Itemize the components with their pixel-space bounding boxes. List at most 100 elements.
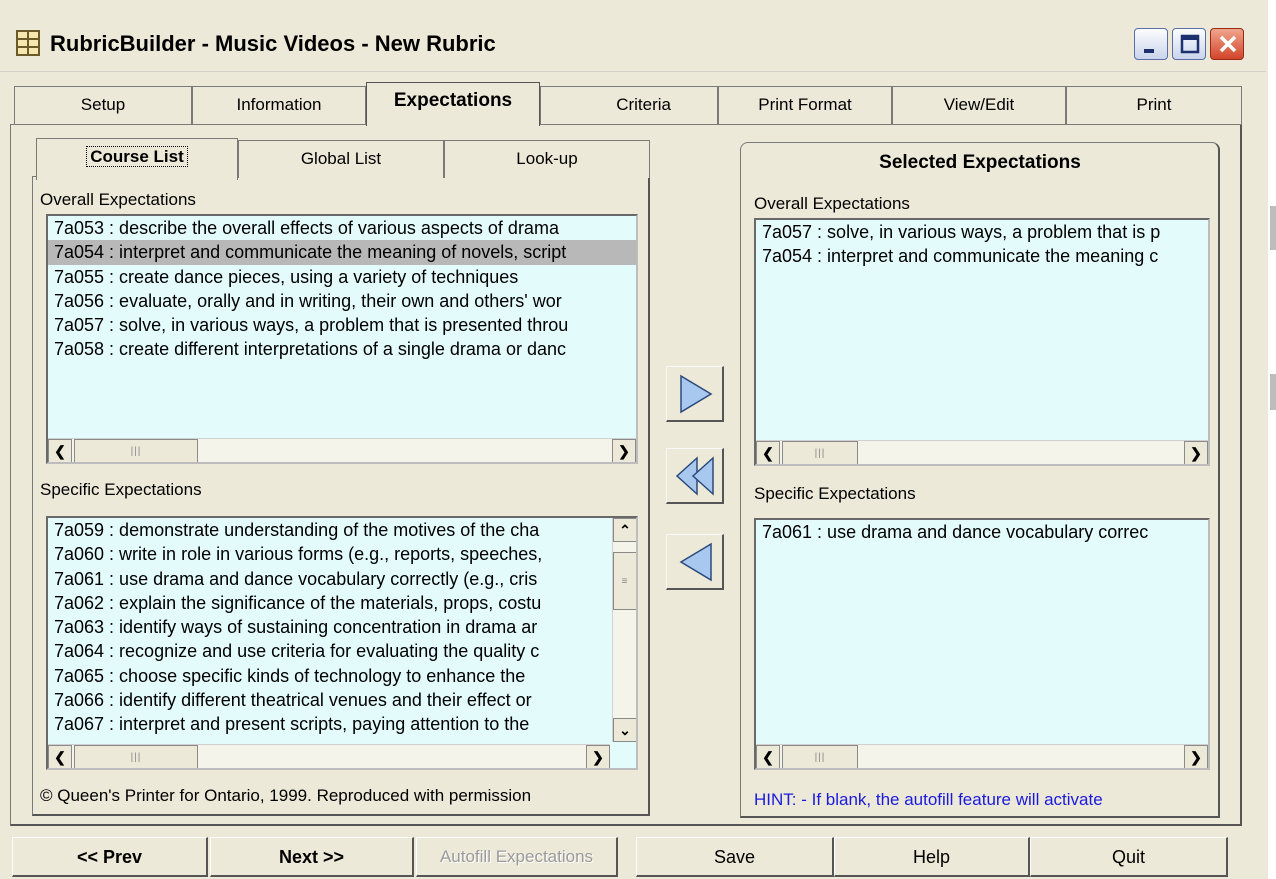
tab-expectations[interactable]: Expectations [366,82,540,126]
horizontal-scrollbar[interactable]: ❮ ||| ❯ [48,744,610,768]
maximize-icon [1180,34,1200,54]
chevron-left-icon: ❮ [762,748,774,765]
app-grid-icon [16,30,40,56]
scroll-left-button[interactable]: ❮ [48,439,72,462]
selected-specific-list[interactable]: 7a061 : use drama and dance vocabulary c… [754,518,1210,770]
selected-overall-items: 7a057 : solve, in various ways, a proble… [756,220,1208,269]
tab-criteria[interactable]: Criteria [540,86,718,124]
scroll-left-button[interactable]: ❮ [48,745,72,768]
chevron-right-icon: ❯ [1190,444,1202,461]
subtab-look-up[interactable]: Look-up [444,140,650,178]
selected-overall-label: Overall Expectations [754,194,910,213]
copyright-notice: © Queen's Printer for Ontario, 1999. Rep… [40,786,532,805]
scroll-thumb[interactable]: ≡ [613,552,636,610]
minimize-button[interactable] [1134,28,1168,60]
list-item[interactable]: 7a065 : choose specific kinds of technol… [48,664,610,688]
scroll-thumb[interactable]: ||| [782,745,858,768]
app-window: RubricBuilder - Music Videos - New Rubri… [0,0,1276,879]
remove-all-button[interactable] [666,448,724,504]
selected-overall-list[interactable]: 7a057 : solve, in various ways, a proble… [754,218,1210,466]
tab-print[interactable]: Print [1066,86,1242,124]
list-item[interactable]: 7a054 : interpret and communicate the me… [756,244,1208,268]
scroll-right-button[interactable]: ❯ [1184,441,1208,464]
title-bar: RubricBuilder - Music Videos - New Rubri… [0,16,1266,72]
background-window-edge [1268,0,1276,879]
selected-specific-label: Specific Expectations [754,484,916,503]
chevron-up-icon: ⌃ [619,521,631,538]
add-expectation-button[interactable] [666,366,724,422]
list-item[interactable]: 7a064 : recognize and use criteria for e… [48,639,610,663]
specific-expectations-list[interactable]: 7a059 : demonstrate understanding of the… [46,516,638,770]
overall-expectations-label: Overall Expectations [40,190,196,209]
overall-items: 7a053 : describe the overall effects of … [48,216,636,362]
prev-button[interactable]: << Prev [12,837,208,877]
grip-icon: ||| [130,751,142,763]
scroll-right-button[interactable]: ❯ [1184,745,1208,768]
edge-nub [1270,206,1276,250]
chevron-down-icon: ⌄ [619,721,631,738]
grip-icon: ||| [814,447,826,459]
vertical-scrollbar[interactable]: ⌃ ≡ ⌄ [612,518,636,742]
list-item[interactable]: 7a066 : identify different theatrical ve… [48,688,610,712]
scroll-up-button[interactable]: ⌃ [613,518,636,542]
scroll-down-button[interactable]: ⌄ [613,718,636,742]
subtab-global-list[interactable]: Global List [238,140,444,178]
edge-nub [1270,374,1276,410]
save-button[interactable]: Save [636,837,834,877]
tab-setup[interactable]: Setup [14,86,192,124]
tab-view-edit[interactable]: View/Edit [892,86,1066,124]
list-item[interactable]: 7a057 : solve, in various ways, a proble… [48,313,636,337]
chevron-right-icon: ❯ [618,442,630,459]
add-right-arrow-icon [679,374,712,413]
list-item[interactable]: 7a059 : demonstrate understanding of the… [48,518,610,542]
list-item[interactable]: 7a057 : solve, in various ways, a proble… [756,220,1208,244]
next-button[interactable]: Next >> [210,837,414,877]
scroll-thumb[interactable]: ||| [74,439,198,462]
close-button[interactable] [1210,28,1244,60]
scroll-thumb[interactable]: ||| [74,745,198,768]
list-item[interactable]: 7a061 : use drama and dance vocabulary c… [756,520,1208,544]
list-item[interactable]: 7a056 : evaluate, orally and in writing,… [48,289,636,313]
scroll-left-button[interactable]: ❮ [756,745,780,768]
close-icon [1219,35,1237,53]
selected-specific-items: 7a061 : use drama and dance vocabulary c… [756,520,1208,544]
scroll-thumb[interactable]: ||| [782,441,858,464]
autofill-hint: HINT: - If blank, the autofill feature w… [754,790,1103,809]
remove-left-arrow-icon [679,542,712,581]
autofill-expectations-button[interactable]: Autofill Expectations [416,837,618,877]
tab-print-format[interactable]: Print Format [718,86,892,124]
help-button[interactable]: Help [834,837,1030,877]
chevron-left-icon: ❮ [762,444,774,461]
list-item[interactable]: 7a061 : use drama and dance vocabulary c… [48,567,610,591]
overall-expectations-list[interactable]: 7a053 : describe the overall effects of … [46,214,638,464]
list-item[interactable]: 7a058 : create different interpretations… [48,337,636,361]
grip-icon: ≡ [621,575,629,587]
chevron-left-icon: ❮ [54,748,66,765]
remove-all-double-left-icon [675,455,714,496]
list-item[interactable]: 7a053 : describe the overall effects of … [48,216,636,240]
list-item[interactable]: 7a060 : write in role in various forms (… [48,542,610,566]
specific-items: 7a059 : demonstrate understanding of the… [48,518,610,737]
remove-expectation-button[interactable] [666,534,724,590]
subtab-course-list[interactable]: Course List [36,138,238,180]
list-item[interactable]: 7a055 : create dance pieces, using a var… [48,265,636,289]
grip-icon: ||| [130,445,142,457]
chevron-right-icon: ❯ [592,748,604,765]
list-item-selected[interactable]: 7a054 : interpret and communicate the me… [48,240,636,265]
subtab-course-list-label: Course List [86,146,188,167]
scroll-left-button[interactable]: ❮ [756,441,780,464]
horizontal-scrollbar[interactable]: ❮ ||| ❯ [756,440,1208,464]
tab-strip-line [10,124,1242,125]
horizontal-scrollbar[interactable]: ❮ ||| ❯ [756,744,1208,768]
quit-button[interactable]: Quit [1030,837,1228,877]
maximize-button[interactable] [1172,28,1206,60]
horizontal-scrollbar[interactable]: ❮ ||| ❯ [48,438,636,462]
scroll-right-button[interactable]: ❯ [586,745,610,768]
tab-information[interactable]: Information [192,86,366,124]
list-item[interactable]: 7a062 : explain the significance of the … [48,591,610,615]
scroll-right-button[interactable]: ❯ [612,439,636,462]
list-item[interactable]: 7a067 : interpret and present scripts, p… [48,712,610,736]
grip-icon: ||| [814,751,826,763]
window-title: RubricBuilder - Music Videos - New Rubri… [50,31,496,56]
list-item[interactable]: 7a063 : identify ways of sustaining conc… [48,615,610,639]
